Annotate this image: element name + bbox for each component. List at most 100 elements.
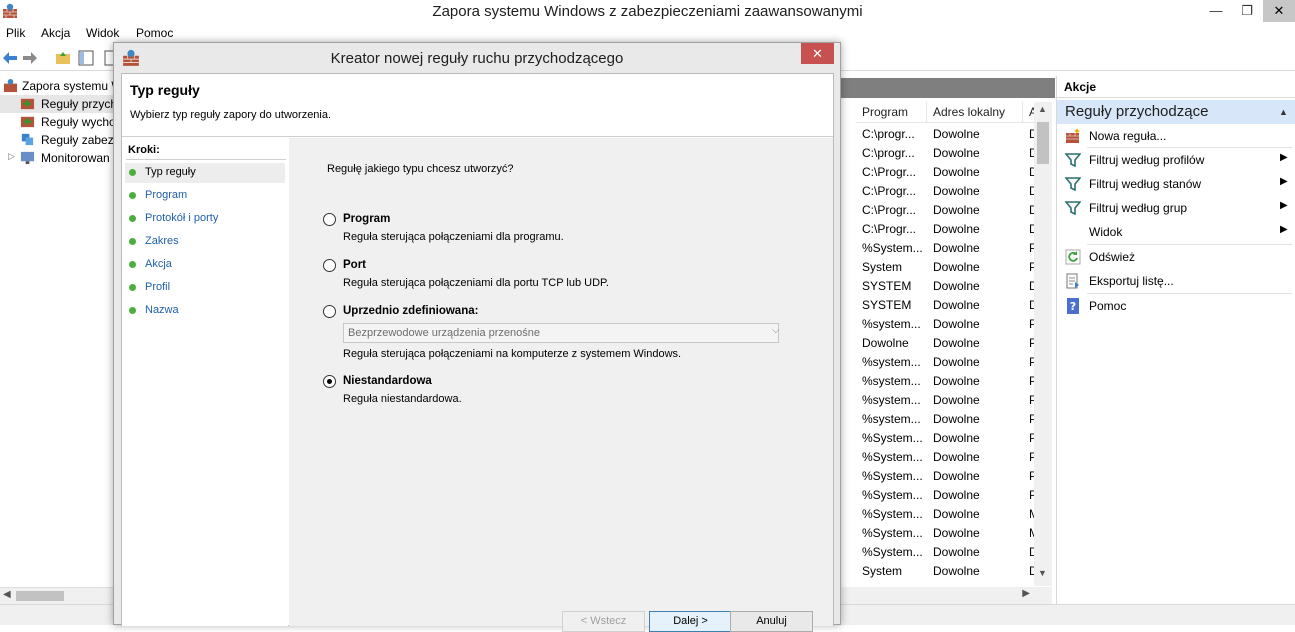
action-label: Widok [1089,225,1123,239]
column-header-local-address[interactable]: Adres lokalny [933,105,1005,119]
step-item[interactable]: Protokół i porty [125,209,285,229]
menu-widok[interactable]: Widok [86,26,119,40]
restore-button[interactable]: ❐ [1232,0,1262,22]
cell-local-address: Dowolne [933,564,980,578]
scroll-right-icon[interactable]: ▶ [1022,588,1030,599]
predefined-rule-select[interactable]: Bezprzewodowe urządzenia przenośne ⌵ [343,323,780,343]
step-item: Typ reguły [125,163,285,183]
option-port[interactable]: Port Reguła sterująca połączeniami dla p… [323,258,723,294]
up-folder-icon[interactable] [55,50,71,66]
option-custom[interactable]: Niestandardowa Reguła niestandardowa. [323,374,723,410]
table-row[interactable]: %system... Dowolne P [856,371,1034,390]
filter-icon [1064,200,1082,216]
column-divider[interactable] [1022,102,1023,123]
scroll-thumb[interactable] [16,591,64,601]
actions-section-label: Reguły przychodzące [1065,103,1209,120]
rules-list: C:\progr... Dowolne D C:\progr... Dowolne D C:… [856,124,1034,586]
cell-local-address: Dowolne [933,165,980,179]
action-item[interactable]: Eksportuj listę... [1057,269,1295,293]
option-predefined[interactable]: Uprzednio zdefiniowana: [323,304,783,322]
action-item[interactable]: Nowa reguła... [1057,124,1295,148]
scroll-thumb[interactable] [1037,122,1049,164]
step-item[interactable]: Nazwa [125,301,285,321]
table-row[interactable]: System Dowolne P [856,257,1034,276]
menu-pomoc[interactable]: Pomoc [136,26,173,40]
radio-port[interactable] [323,259,336,272]
table-row[interactable]: %System... Dowolne P [856,466,1034,485]
table-row[interactable]: %system... Dowolne P [856,390,1034,409]
chevron-down-icon: ⌵ [772,325,780,336]
next-button[interactable]: Dalej > [649,611,732,632]
action-item[interactable]: ? Pomoc [1057,294,1295,318]
list-horizontal-scrollbar[interactable]: ▶ [841,587,1052,604]
tree-item-inbound[interactable]: Reguły przych [0,95,118,113]
option-program[interactable]: Program Reguła sterująca połączeniami dl… [323,212,723,248]
menu-akcja[interactable]: Akcja [41,26,70,40]
cancel-button[interactable]: Anuluj [730,611,813,632]
step-label: Protokół i porty [145,212,219,224]
list-vertical-scrollbar[interactable]: ▲ ▼ [1034,102,1052,586]
table-row[interactable]: %System... Dowolne P [856,447,1034,466]
actions-pane: Akcje Reguły przychodzące ▲ Nowa reguła.… [1056,76,1295,606]
radio-predefined[interactable] [323,305,336,318]
action-item[interactable]: Widok ▶ [1057,220,1295,244]
table-row[interactable]: SYSTEM Dowolne D [856,295,1034,314]
action-item[interactable]: Filtruj według profilów ▶ [1057,148,1295,172]
filter-icon [1064,152,1082,168]
step-item[interactable]: Akcja [125,255,285,275]
tree-horizontal-scrollbar[interactable]: ◀ [0,587,118,604]
table-row[interactable]: C:\Progr... Dowolne D [856,181,1034,200]
table-row[interactable]: %System...DowolneM [856,504,1034,523]
tree-item-label: Monitorowan [41,151,110,165]
show-hide-tree-icon[interactable] [78,50,94,66]
divider [126,159,286,160]
dialog-header: Typ reguły Wybierz typ reguły zapory do … [122,74,833,137]
step-item[interactable]: Zakres [125,232,285,252]
table-row[interactable]: C:\progr... Dowolne D [856,143,1034,162]
radio-custom[interactable] [323,375,336,388]
minimize-button[interactable]: — [1201,0,1231,22]
action-item[interactable]: Filtruj według stanów ▶ [1057,172,1295,196]
table-row[interactable]: %System... Dowolne P [856,485,1034,504]
tree-item-label: Reguły przych [41,97,118,111]
table-row[interactable]: C:\Progr... Dowolne D [856,219,1034,238]
steps-list: Typ reguły Program Protokół i porty Zakres A… [122,163,288,333]
table-row[interactable]: C:\Progr... Dowolne D [856,162,1034,181]
dialog-close-button[interactable]: ✕ [801,43,834,64]
scroll-up-icon[interactable]: ▲ [1038,104,1047,114]
column-divider[interactable] [926,102,927,123]
step-item[interactable]: Program [125,186,285,206]
scroll-down-icon[interactable]: ▼ [1038,568,1047,578]
cell-program: %system... [862,393,921,407]
expand-arrow-icon[interactable]: ▷ [8,151,15,162]
action-item[interactable]: Odśwież [1057,245,1295,269]
forward-arrow-icon[interactable] [22,50,38,66]
table-row[interactable]: %System...DowolneM [856,523,1034,542]
table-row[interactable]: %System... Dowolne D [856,542,1034,561]
table-row[interactable]: %system... Dowolne P [856,409,1034,428]
scroll-left-icon[interactable]: ◀ [3,589,11,600]
step-status-dot [129,307,136,314]
step-label: Nazwa [145,304,179,316]
column-header-program[interactable]: Program [862,105,908,119]
table-row[interactable]: Dowolne Dowolne P [856,333,1034,352]
table-row[interactable]: C:\Progr... Dowolne D [856,200,1034,219]
back-arrow-icon[interactable] [2,50,18,66]
export-icon [1065,273,1081,289]
table-row[interactable]: C:\progr... Dowolne D [856,124,1034,143]
step-item[interactable]: Profil [125,278,285,298]
table-row[interactable]: System Dowolne D [856,561,1034,580]
close-button[interactable]: ✕ [1263,0,1295,22]
table-row[interactable]: %System... Dowolne P [856,238,1034,257]
table-row[interactable]: %System... Dowolne P [856,428,1034,447]
menu-plik[interactable]: Plik [6,26,25,40]
radio-program[interactable] [323,213,336,226]
action-label: Eksportuj listę... [1089,274,1174,288]
action-item[interactable]: Filtruj według grup ▶ [1057,196,1295,220]
collapse-caret-icon[interactable]: ▲ [1279,107,1288,117]
back-button[interactable]: < Wstecz [562,611,645,632]
table-row[interactable]: SYSTEM Dowolne D [856,276,1034,295]
actions-section-header[interactable]: Reguły przychodzące ▲ [1057,100,1295,124]
table-row[interactable]: %system... Dowolne P [856,314,1034,333]
table-row[interactable]: %system... Dowolne P [856,352,1034,371]
